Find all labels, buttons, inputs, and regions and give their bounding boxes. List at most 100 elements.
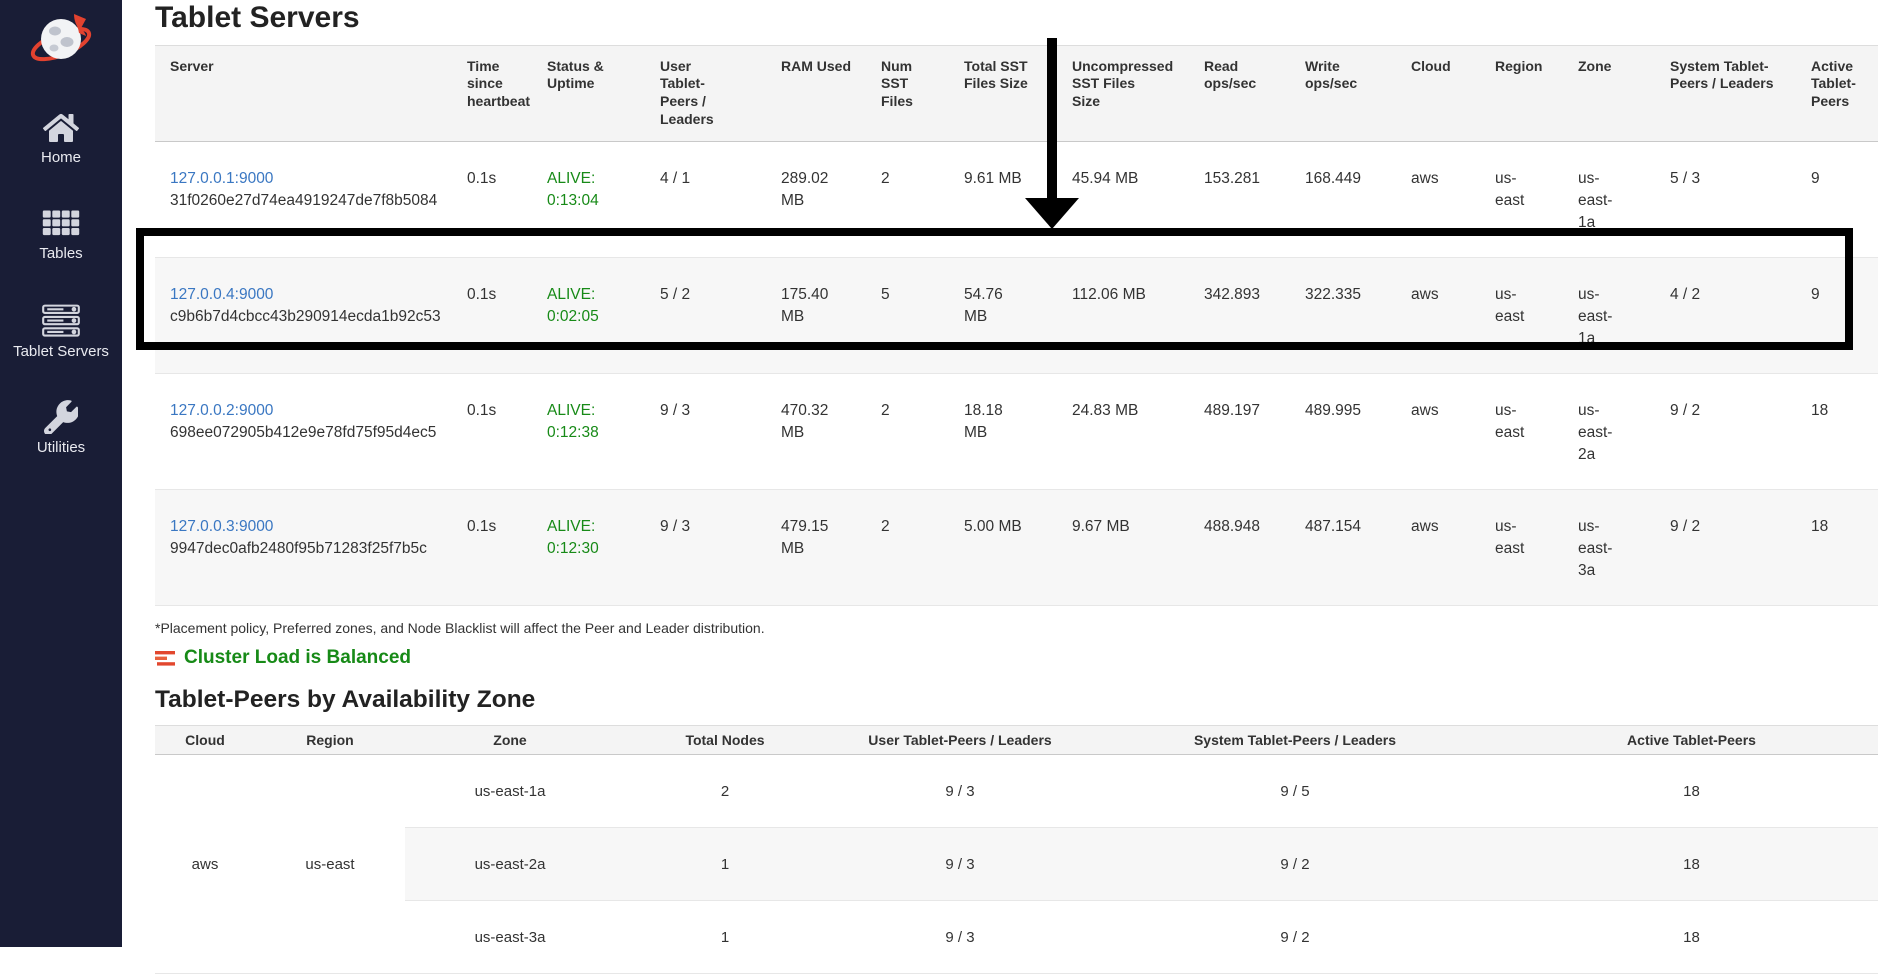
column-header-user-peers: User Tablet-Peers / Leaders: [835, 726, 1085, 755]
server-cell: 127.0.0.4:9000 c9b6b7d4cbcc43b290914ecda…: [155, 258, 452, 374]
column-header-read-ops: Read ops/sec: [1189, 45, 1290, 142]
region-cell: us-east: [255, 755, 405, 974]
server-cell: 127.0.0.3:9000 9947dec0afb2480f95b71283f…: [155, 490, 452, 606]
active-peers-cell: 18: [1505, 901, 1878, 974]
cloud-cell: aws: [1396, 490, 1480, 606]
column-header-uncompressed-sst: Uncompressed SST Files Size: [1057, 45, 1189, 142]
server-uuid: 31f0260e27d74ea4919247de7f8b5084: [170, 190, 444, 212]
zone-cell: us-east-1a: [1563, 142, 1655, 258]
read-ops-cell: 342.893: [1189, 258, 1290, 374]
column-header-active-peers: Active Tablet-Peers: [1796, 45, 1878, 142]
read-ops-cell: 488.948: [1189, 490, 1290, 606]
status-cell: ALIVE: 0:02:05: [532, 258, 645, 374]
table-row: aws us-east us-east-1a 2 9 / 3 9 / 5 18: [155, 755, 1878, 828]
server-cell: 127.0.0.1:9000 31f0260e27d74ea4919247de7…: [155, 142, 452, 258]
sidebar-item-tables[interactable]: Tables: [0, 208, 122, 262]
column-header-total-nodes: Total Nodes: [615, 726, 835, 755]
zone-cell: us-east-2a: [405, 828, 615, 901]
active-peers-cell: 18: [1796, 490, 1878, 606]
column-header-cloud: Cloud: [1396, 45, 1480, 142]
table-row: us-east-2a 1 9 / 3 9 / 2 18: [155, 828, 1878, 901]
sidebar-item-label: Tables: [0, 245, 122, 262]
read-ops-cell: 153.281: [1189, 142, 1290, 258]
system-peers-cell: 9 / 5: [1085, 755, 1505, 828]
server-uuid: c9b6b7d4cbcc43b290914ecda1b92c53: [170, 306, 444, 328]
write-ops-cell: 322.335: [1290, 258, 1396, 374]
uncompressed-sst-cell: 24.83 MB: [1057, 374, 1189, 490]
uncompressed-sst-cell: 112.06 MB: [1057, 258, 1189, 374]
column-header-ram: RAM Used: [766, 45, 866, 142]
active-peers-cell: 18: [1796, 374, 1878, 490]
column-header-heartbeat: Time since heartbeat: [452, 45, 532, 142]
region-cell: us-east: [1480, 142, 1563, 258]
server-link[interactable]: 127.0.0.4:9000: [170, 286, 273, 303]
table-row-highlighted: 127.0.0.4:9000 c9b6b7d4cbcc43b290914ecda…: [155, 258, 1878, 374]
total-sst-cell: 18.18 MB: [949, 374, 1057, 490]
tablet-servers-icon: [0, 304, 122, 338]
column-header-region: Region: [1480, 45, 1563, 142]
write-ops-cell: 489.995: [1290, 374, 1396, 490]
zone-cell: us-east-2a: [1563, 374, 1655, 490]
num-sst-cell: 2: [866, 490, 949, 606]
sidebar: Home Tables Tablet Ser: [0, 0, 122, 947]
column-header-zone: Zone: [405, 726, 615, 755]
server-uuid: 698ee072905b412e9e78fd75f95d4ec5: [170, 422, 444, 444]
tablet-servers-table: Server Time since heartbeat Status & Upt…: [155, 45, 1878, 607]
region-cell: us-east: [1480, 258, 1563, 374]
zone-cell: us-east-1a: [1563, 258, 1655, 374]
total-nodes-cell: 1: [615, 901, 835, 974]
status-alive: ALIVE:: [547, 516, 617, 538]
user-peers-cell: 9 / 3: [645, 490, 766, 606]
sidebar-item-home[interactable]: Home: [0, 112, 122, 166]
table-row: 127.0.0.2:9000 698ee072905b412e9e78fd75f…: [155, 374, 1878, 490]
status-alive: ALIVE:: [547, 284, 617, 306]
cloud-cell: aws: [1396, 258, 1480, 374]
column-header-system-peers: System Tablet-Peers / Leaders: [1655, 45, 1796, 142]
sidebar-item-utilities[interactable]: Utilities: [0, 400, 122, 456]
cloud-cell: aws: [1396, 142, 1480, 258]
column-header-num-sst: Num SST Files: [866, 45, 949, 142]
num-sst-cell: 2: [866, 374, 949, 490]
active-peers-cell: 9: [1796, 142, 1878, 258]
ram-cell: 289.02 MB: [766, 142, 866, 258]
active-peers-cell: 18: [1505, 755, 1878, 828]
column-header-total-sst: Total SST Files Size: [949, 45, 1057, 142]
ram-cell: 175.40 MB: [766, 258, 866, 374]
column-header-write-ops: Write ops/sec: [1290, 45, 1396, 142]
page-title: Tablet Servers: [155, 2, 1878, 34]
server-link[interactable]: 127.0.0.3:9000: [170, 518, 273, 535]
num-sst-cell: 2: [866, 142, 949, 258]
system-peers-cell: 4 / 2: [1655, 258, 1796, 374]
status-alive: ALIVE:: [547, 400, 617, 422]
cloud-cell: aws: [155, 755, 255, 974]
user-peers-cell: 9 / 3: [835, 755, 1085, 828]
table-row: 127.0.0.3:9000 9947dec0afb2480f95b71283f…: [155, 490, 1878, 606]
column-header-zone: Zone: [1563, 45, 1655, 142]
heartbeat-cell: 0.1s: [452, 142, 532, 258]
active-peers-cell: 9: [1796, 258, 1878, 374]
read-ops-cell: 489.197: [1189, 374, 1290, 490]
sidebar-item-tablet-servers[interactable]: Tablet Servers: [0, 304, 122, 360]
heartbeat-cell: 0.1s: [452, 374, 532, 490]
server-uuid: 9947dec0afb2480f95b71283f25f7b5c: [170, 538, 444, 560]
placement-footnote: *Placement policy, Preferred zones, and …: [155, 620, 1878, 636]
num-sst-cell: 5: [866, 258, 949, 374]
uptime: 0:13:04: [547, 190, 617, 212]
heartbeat-cell: 0.1s: [452, 490, 532, 606]
server-link[interactable]: 127.0.0.2:9000: [170, 402, 273, 419]
yugabyte-logo[interactable]: [29, 8, 93, 72]
server-cell: 127.0.0.2:9000 698ee072905b412e9e78fd75f…: [155, 374, 452, 490]
server-link[interactable]: 127.0.0.1:9000: [170, 170, 273, 187]
az-header-row: Cloud Region Zone Total Nodes User Table…: [155, 726, 1878, 755]
cloud-cell: aws: [1396, 374, 1480, 490]
column-header-region: Region: [255, 726, 405, 755]
uncompressed-sst-cell: 45.94 MB: [1057, 142, 1189, 258]
total-sst-cell: 5.00 MB: [949, 490, 1057, 606]
user-peers-cell: 9 / 3: [835, 901, 1085, 974]
sidebar-item-label: Tablet Servers: [0, 343, 122, 360]
system-peers-cell: 9 / 2: [1085, 828, 1505, 901]
system-peers-cell: 9 / 2: [1655, 374, 1796, 490]
user-peers-cell: 5 / 2: [645, 258, 766, 374]
column-header-server: Server: [155, 45, 452, 142]
system-peers-cell: 5 / 3: [1655, 142, 1796, 258]
